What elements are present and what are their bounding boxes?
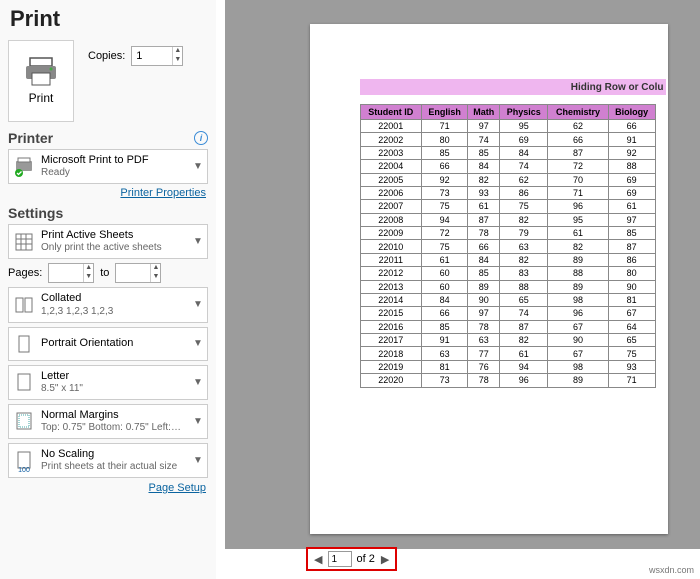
collate-selector[interactable]: Collated 1,2,3 1,2,3 1,2,3 ▼: [8, 287, 208, 322]
chevron-down-icon: ▼: [193, 338, 203, 349]
table-row: 220038585848792: [360, 146, 655, 159]
printer-status: Ready: [41, 167, 187, 179]
pages-from-input[interactable]: [49, 264, 83, 282]
copies-stepper[interactable]: ▲▼: [131, 46, 183, 66]
margins-main: Normal Margins: [41, 409, 187, 422]
paper-sub: 8.5" x 11": [41, 383, 187, 395]
table-row: 220207378968971: [360, 374, 655, 387]
scaling-main: No Scaling: [41, 448, 187, 461]
table-row: 220156697749667: [360, 307, 655, 320]
table-row: 220077561759661: [360, 200, 655, 213]
copies-label: Copies:: [88, 50, 125, 62]
preview-title-bar: Hiding Row or Colu: [360, 79, 666, 95]
table-row: 220067393867169: [360, 186, 655, 199]
pages-to-label: to: [100, 267, 109, 279]
printer-name: Microsoft Print to PDF: [41, 154, 187, 167]
orientation-main: Portrait Orientation: [41, 337, 187, 350]
printer-section-label: Printer: [8, 130, 53, 146]
print-button-label: Print: [29, 91, 54, 105]
print-what-main: Print Active Sheets: [41, 229, 187, 242]
pages-from-stepper[interactable]: ▲▼: [48, 263, 94, 283]
portrait-icon: [13, 333, 35, 355]
printer-properties-link[interactable]: Printer Properties: [120, 187, 206, 199]
chevron-down-icon: ▼: [193, 455, 203, 466]
table-row: 220116184828986: [360, 253, 655, 266]
chevron-down-icon: ▼: [193, 377, 203, 388]
table-header: English: [422, 105, 468, 120]
sheets-icon: [13, 231, 35, 253]
chevron-down-icon: ▼: [193, 236, 203, 247]
scaling-selector[interactable]: 100 No Scaling Print sheets at their act…: [8, 443, 208, 478]
table-row: 220136089888990: [360, 280, 655, 293]
table-header: Physics: [500, 105, 548, 120]
margins-sub: Top: 0.75" Bottom: 0.75" Left:…: [41, 422, 187, 434]
margins-selector[interactable]: Normal Margins Top: 0.75" Bottom: 0.75" …: [8, 404, 208, 439]
settings-section-label: Settings: [8, 205, 63, 221]
margins-icon: [13, 410, 35, 432]
table-header: Math: [468, 105, 500, 120]
paper-main: Letter: [41, 370, 187, 383]
chevron-down-icon: ▼: [193, 299, 203, 310]
table-row: 220168578876764: [360, 320, 655, 333]
printer-icon: [24, 57, 58, 87]
copies-input[interactable]: [132, 47, 172, 65]
orientation-selector[interactable]: Portrait Orientation ▼: [8, 327, 208, 361]
print-button[interactable]: Print: [8, 40, 74, 122]
paper-icon: [13, 371, 35, 393]
print-what-sub: Only print the active sheets: [41, 242, 187, 254]
table-row: 220089487829597: [360, 213, 655, 226]
print-preview: Hiding Row or Colu Student IDEnglishMath…: [277, 0, 700, 549]
table-header: Chemistry: [548, 105, 608, 120]
table-row: 220046684747288: [360, 160, 655, 173]
table-row: 220059282627069: [360, 173, 655, 186]
scaling-icon: 100: [13, 450, 35, 472]
page-navigation: ◀ of 2 ▶: [300, 545, 403, 573]
pages-to-stepper[interactable]: ▲▼: [115, 263, 161, 283]
prev-page-button[interactable]: ◀: [312, 553, 324, 566]
printer-status-icon: [13, 156, 35, 178]
svg-text:100: 100: [18, 467, 30, 472]
watermark: wsxdn.com: [649, 565, 694, 575]
collate-main: Collated: [41, 292, 187, 305]
chevron-down-icon: ▼: [193, 161, 203, 172]
pages-to-input[interactable]: [116, 264, 150, 282]
table-row: 220126085838880: [360, 267, 655, 280]
info-icon[interactable]: i: [194, 131, 208, 145]
table-header: Biology: [608, 105, 655, 120]
paper-selector[interactable]: Letter 8.5" x 11" ▼: [8, 365, 208, 400]
table-row: 220186377616775: [360, 347, 655, 360]
chevron-down-icon: ▼: [193, 416, 203, 427]
page-setup-link[interactable]: Page Setup: [149, 482, 207, 494]
print-what-selector[interactable]: Print Active Sheets Only print the activ…: [8, 224, 208, 259]
table-row: 220198176949893: [360, 360, 655, 373]
preview-page: Hiding Row or Colu Student IDEnglishMath…: [310, 24, 668, 534]
table-row: 220179163829065: [360, 334, 655, 347]
collate-icon: [13, 294, 35, 316]
current-page-input[interactable]: [328, 551, 352, 567]
copies-up[interactable]: ▲: [173, 47, 182, 56]
table-row: 220148490659881: [360, 293, 655, 306]
table-row: 220028074696691: [360, 133, 655, 146]
copies-down[interactable]: ▼: [173, 56, 182, 65]
table-row: 220017197956266: [360, 120, 655, 133]
printer-selector[interactable]: Microsoft Print to PDF Ready ▼: [8, 149, 208, 184]
next-page-button[interactable]: ▶: [379, 553, 391, 566]
table-header: Student ID: [360, 105, 422, 120]
pages-label: Pages:: [8, 267, 42, 279]
page-of-label: of 2: [356, 553, 374, 565]
table-row: 220097278796185: [360, 227, 655, 240]
preview-table: Student IDEnglishMathPhysicsChemistryBio…: [360, 104, 656, 388]
collate-sub: 1,2,3 1,2,3 1,2,3: [41, 306, 187, 318]
page-title: Print: [10, 6, 208, 32]
table-row: 220107566638287: [360, 240, 655, 253]
scaling-sub: Print sheets at their actual size: [41, 461, 187, 473]
